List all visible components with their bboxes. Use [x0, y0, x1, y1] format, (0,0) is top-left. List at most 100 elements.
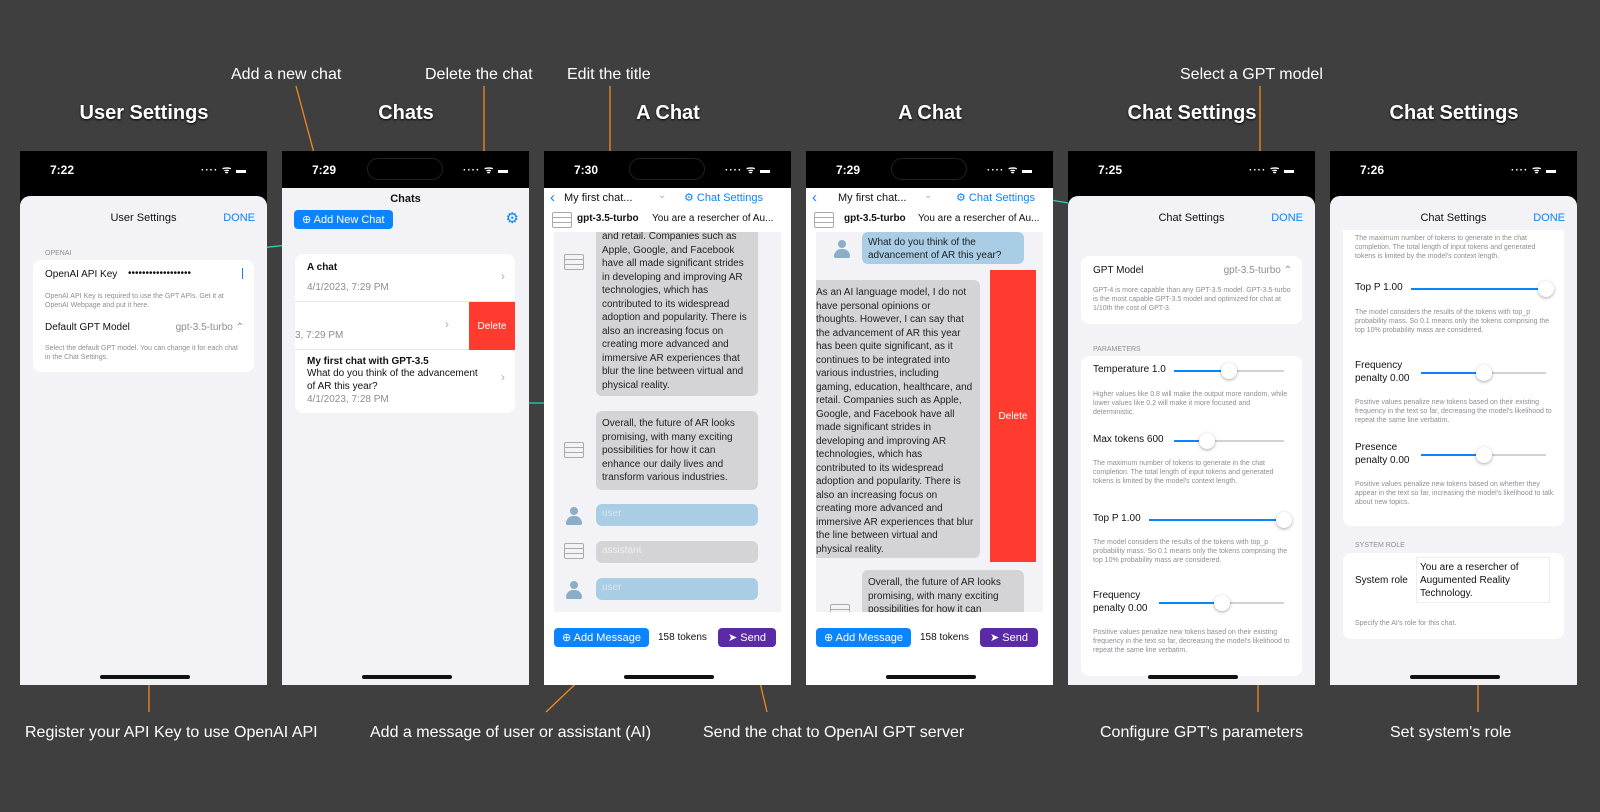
assistant-message[interactable]: As an AI language model, I do not have p…: [816, 280, 980, 558]
send-button[interactable]: ➤ Send: [980, 628, 1038, 647]
user-message[interactable]: What do you think of the advancement of …: [862, 232, 1024, 264]
home-indicator: [1410, 675, 1500, 679]
status-time: 7:29: [836, 163, 861, 177]
parameters-group: The maximum number of tokens to generate…: [1343, 230, 1564, 526]
status-time: 7:29: [312, 163, 337, 177]
caption-delete-chat: Delete the chat: [425, 66, 533, 83]
chat-date: 4/1/2023, 7:29 PM: [307, 282, 389, 293]
add-new-chat-label: Add New Chat: [313, 214, 385, 226]
title-chat-settings-1: Chat Settings: [1127, 102, 1257, 124]
chat-settings-label: Chat Settings: [696, 192, 763, 204]
list-item[interactable]: My first chat with GPT-3.5 What do you t…: [295, 350, 515, 413]
slider-fill: [1421, 454, 1484, 456]
top-p-slider[interactable]: [1411, 281, 1554, 297]
frequency-penalty-slider[interactable]: [1159, 595, 1284, 611]
assistant-message[interactable]: and retail. Companies such as Apple, Goo…: [596, 232, 758, 396]
user-icon: [566, 581, 582, 599]
slider-knob[interactable]: [1221, 363, 1237, 379]
slider-knob[interactable]: [1475, 447, 1492, 463]
max-tokens-slider[interactable]: [1174, 433, 1284, 449]
frequency-penalty-slider[interactable]: [1421, 365, 1546, 381]
api-key-input[interactable]: ••••••••••••••••••: [128, 268, 243, 279]
list-item[interactable]: A chat 4/1/2023, 7:29 PM ›: [295, 254, 515, 302]
done-button[interactable]: DONE: [1271, 212, 1303, 224]
add-message-button[interactable]: ⊕ Add Message: [554, 628, 649, 647]
top-p-help: The model considers the results of the t…: [1355, 309, 1550, 335]
slider-knob[interactable]: [1213, 595, 1230, 611]
slider-knob[interactable]: [1475, 365, 1492, 381]
gpt-model-label: GPT Model: [1093, 265, 1144, 276]
send-label: Send: [1002, 632, 1028, 644]
caption-register-key: Register your API Key to use OpenAI API: [25, 724, 318, 741]
list-item-swiped[interactable]: 3, 7:29 PM › Delete: [295, 302, 515, 350]
slider-knob[interactable]: [1199, 433, 1215, 449]
phone-user-settings: 7:22 ···· ᯤ ▬ User Settings DONE OPENAI …: [20, 151, 267, 685]
chat-title-field[interactable]: My first chat...: [838, 192, 906, 204]
dynamic-island: [891, 158, 967, 180]
status-icons: ···· ᯤ ▬: [986, 165, 1033, 176]
chat-title: My first chat with GPT-3.5: [307, 356, 429, 367]
system-role-group: System role You are a resercher of Augum…: [1343, 553, 1564, 639]
slider-fill: [1411, 288, 1546, 290]
back-chevron-icon[interactable]: ‹: [550, 189, 555, 206]
caption-add-message: Add a message of user or assistant (AI): [370, 724, 652, 741]
caption-edit-title: Edit the title: [567, 66, 651, 83]
frequency-penalty-label: Frequency penalty 0.00: [1093, 590, 1148, 614]
temperature-label: Temperature 1.0: [1093, 364, 1166, 375]
sheet-user-settings: User Settings DONE OPENAI OpenAI API Key…: [20, 196, 267, 685]
user-message-input[interactable]: user: [596, 578, 758, 600]
assistant-message[interactable]: Overall, the future of AR looks promisin…: [862, 570, 1024, 612]
status-icons: ···· ᯤ ▬: [462, 165, 509, 176]
status-bar: 7:29 ···· ᯤ ▬: [282, 151, 529, 188]
openai-group: OpenAI API Key •••••••••••••••••• OpenAI…: [33, 260, 254, 372]
chevron-down-icon[interactable]: ⌄: [924, 190, 932, 201]
system-role-input[interactable]: You are a resercher of Augumented Realit…: [1416, 557, 1550, 603]
send-button[interactable]: ➤ Send: [718, 628, 776, 647]
dynamic-island: [629, 158, 705, 180]
system-preview: You are a resercher of Au...: [652, 213, 774, 224]
presence-penalty-slider[interactable]: [1421, 447, 1546, 463]
chevron-down-icon[interactable]: ⌄: [658, 190, 666, 201]
temperature-slider[interactable]: [1174, 363, 1284, 379]
placeholder: user: [602, 508, 622, 519]
top-p-slider[interactable]: [1149, 512, 1292, 528]
add-message-button[interactable]: ⊕ Add Message: [816, 628, 911, 647]
assistant-message[interactable]: Overall, the future of AR looks promisin…: [596, 411, 758, 490]
chat-settings-label: Chat Settings: [968, 192, 1035, 204]
default-model-label: Default GPT Model: [45, 322, 130, 333]
gear-icon[interactable]: ⚙: [506, 209, 519, 227]
send-icon: ➤: [990, 632, 1003, 644]
chat-settings-link[interactable]: ⚙ Chat Settings: [956, 191, 1035, 204]
assistant-message-input[interactable]: assistant: [596, 541, 758, 563]
done-button[interactable]: DONE: [223, 212, 255, 224]
screen: Chat Settings DONE The maximum number of…: [1330, 188, 1577, 685]
done-button[interactable]: DONE: [1533, 212, 1565, 224]
chat-title-field[interactable]: My first chat...: [564, 192, 632, 204]
placeholder: assistant: [602, 545, 642, 556]
chat-settings-link[interactable]: ⚙ Chat Settings: [684, 191, 763, 204]
parameters-group: Temperature 1.0 Higher values like 0.8 w…: [1081, 356, 1302, 676]
status-time: 7:22: [50, 163, 75, 177]
title-chat-settings-2: Chat Settings: [1389, 102, 1519, 124]
slider-knob[interactable]: [1276, 512, 1292, 528]
gpt-model-picker[interactable]: gpt-3.5-turbo ⌃: [1224, 265, 1292, 276]
user-message-input[interactable]: user: [596, 504, 758, 526]
phone-chat-settings-2: 7:26 ···· ᯤ ▬ Chat Settings DONE The max…: [1330, 151, 1577, 685]
chat-subtitle: What do you think of the advancement of …: [307, 368, 478, 392]
back-chevron-icon[interactable]: ‹: [812, 189, 817, 206]
section-openai: OPENAI: [45, 250, 72, 257]
chat-date: 3, 7:29 PM: [295, 330, 344, 341]
system-preview: You are a resercher of Au...: [918, 213, 1040, 224]
add-new-chat-button[interactable]: ⊕ Add New Chat: [294, 210, 393, 229]
plus-icon: ⊕: [824, 632, 836, 644]
default-model-picker[interactable]: gpt-3.5-turbo ⌃: [176, 322, 244, 333]
slider-knob[interactable]: [1538, 281, 1554, 297]
temperature-help: Higher values like 0.8 will make the out…: [1093, 391, 1288, 417]
model-group: GPT Model gpt-3.5-turbo ⌃ GPT-4 is more …: [1081, 256, 1302, 324]
status-bar: 7:26 ···· ᯤ ▬: [1330, 151, 1577, 188]
message-list: and retail. Companies such as Apple, Goo…: [554, 232, 781, 612]
plus-icon: ⊕: [562, 632, 574, 644]
max-tokens-help: The maximum number of tokens to generate…: [1093, 460, 1274, 486]
delete-button[interactable]: Delete: [990, 270, 1036, 562]
delete-button[interactable]: Delete: [469, 302, 515, 350]
